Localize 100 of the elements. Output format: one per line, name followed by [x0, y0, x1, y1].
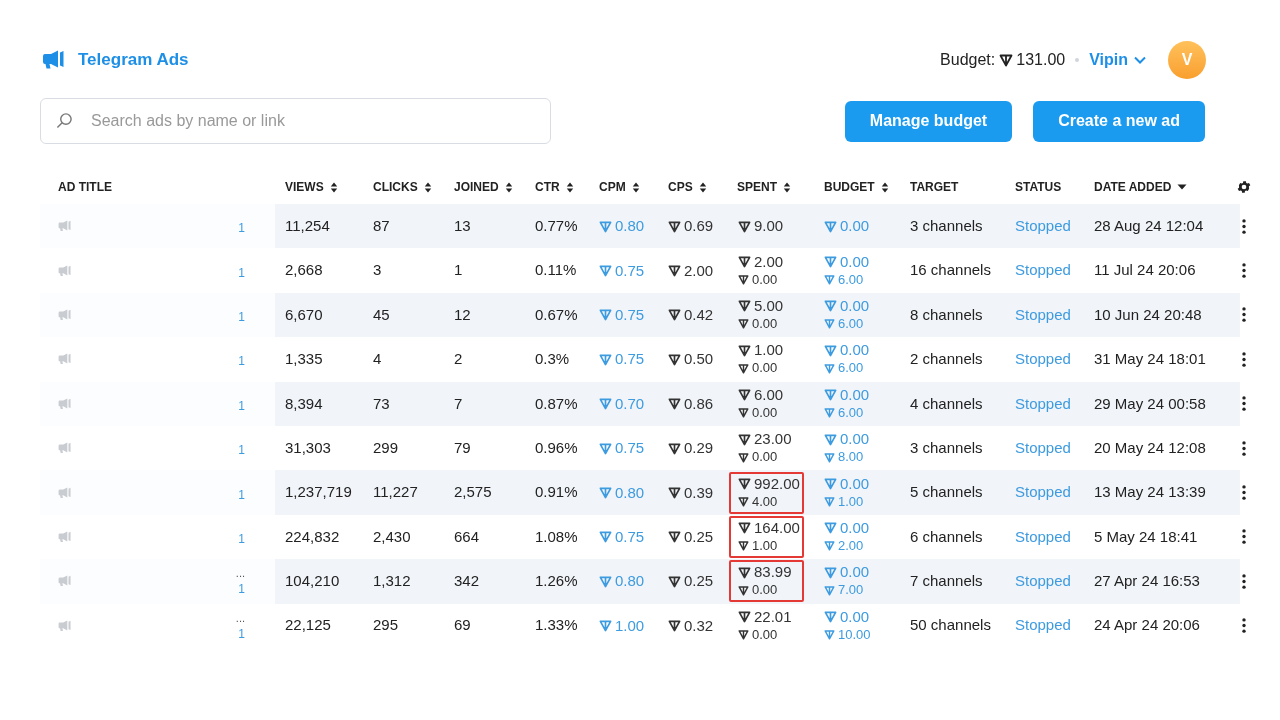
ton-icon — [599, 574, 612, 588]
ton-icon — [599, 441, 612, 455]
more-options-icon[interactable] — [1242, 485, 1246, 501]
action-button[interactable]: Manage budget — [844, 100, 1013, 142]
column-header[interactable]: BUDGET — [824, 178, 875, 196]
status-cell[interactable]: Stopped — [1005, 525, 1084, 549]
column-header[interactable]: CLICKS — [373, 178, 418, 196]
ton-icon — [668, 574, 681, 588]
status-cell[interactable]: Stopped — [1005, 214, 1084, 238]
link-fragment[interactable]: 1 — [238, 266, 245, 279]
date-cell-text: 20 May 24 12:08 — [1093, 437, 1207, 458]
joined-cell-text: 1 — [453, 260, 464, 281]
budget-label: Budget: — [940, 50, 996, 70]
chevron-down-icon — [1134, 56, 1146, 64]
status-cell[interactable]: Stopped — [1005, 259, 1084, 282]
ad-title-cell[interactable]: 1 — [40, 381, 275, 426]
column-header[interactable]: CPM — [599, 178, 626, 196]
status-cell[interactable]: Stopped — [1005, 392, 1084, 415]
joined-cell-text: 12 — [453, 304, 472, 325]
more-options-icon[interactable] — [1242, 351, 1246, 367]
views-cell-text: 6,670 — [284, 304, 324, 325]
more-options-icon[interactable] — [1242, 263, 1246, 279]
link-fragment[interactable]: 1 — [238, 444, 245, 457]
column-header[interactable]: CPS — [668, 178, 693, 196]
more-options-icon[interactable] — [1242, 396, 1246, 412]
views-cell-text: 11,254 — [284, 215, 331, 236]
more-options-icon[interactable] — [1242, 618, 1246, 634]
ctr-cell-text: 1.33% — [534, 615, 579, 636]
budget-amount: 0.00 — [824, 252, 900, 271]
link-fragment[interactable]: 1 — [238, 488, 245, 501]
spent-amount: 9.00 — [738, 217, 804, 236]
status-cell[interactable]: Stopped — [1005, 614, 1084, 637]
clicks-cell-text: 45 — [372, 304, 391, 325]
column-header[interactable]: STATUS — [1015, 178, 1062, 196]
link-fragment[interactable]: 1 — [238, 399, 245, 412]
more-options-icon[interactable] — [1242, 440, 1246, 456]
ad-title-cell[interactable]: 1 — [40, 292, 275, 338]
budget-amount: 2.00 — [824, 536, 900, 555]
ad-title-cell[interactable]: 1 — [40, 470, 275, 515]
link-fragment[interactable]: 1 — [238, 222, 245, 235]
link-fragment[interactable]: 1 — [238, 627, 245, 640]
target-cell-text: 50 channels — [909, 615, 992, 636]
avatar[interactable]: V — [1168, 41, 1206, 79]
ton-icon — [599, 486, 612, 500]
brand-title[interactable]: Telegram Ads — [78, 47, 189, 73]
status-cell[interactable]: Stopped — [1005, 348, 1084, 371]
column-header[interactable]: SPENT — [737, 178, 777, 196]
link-fragment[interactable]: 1 — [238, 310, 245, 323]
clicks-cell-text: 11,227 — [372, 482, 419, 503]
ad-title-cell[interactable]: 1 — [40, 204, 275, 249]
status-cell[interactable]: Stopped — [1005, 481, 1084, 504]
status-cell[interactable]: Stopped — [1005, 570, 1084, 593]
ton-icon — [738, 451, 749, 463]
column-header[interactable]: JOINED — [454, 178, 499, 196]
ton-icon — [599, 308, 612, 322]
account-menu[interactable]: Vipin — [1089, 48, 1146, 72]
ton-icon — [738, 407, 749, 419]
views-cell-text: 104,210 — [284, 571, 341, 592]
target-cell-text: 6 channels — [909, 526, 984, 547]
ton-icon — [824, 629, 835, 641]
link-fragment[interactable]: 1 — [238, 355, 245, 368]
ctr-cell-text: 0.77% — [534, 215, 579, 236]
column-header[interactable]: TARGET — [910, 178, 959, 196]
megaphone-icon — [58, 220, 72, 233]
link-fragment[interactable]: 1 — [238, 532, 245, 545]
cpm-cell: 0.70 — [599, 394, 658, 413]
date-cell-text: 27 Apr 24 16:53 — [1093, 571, 1201, 592]
more-options-icon[interactable] — [1242, 573, 1246, 589]
ton-icon — [668, 486, 681, 500]
search-field[interactable]: Search ads by name or link — [40, 98, 551, 144]
column-header[interactable]: CTR — [535, 178, 560, 196]
title-ellipsis: ... — [235, 611, 245, 624]
date-cell-text: 28 Aug 24 12:04 — [1093, 215, 1205, 236]
column-header[interactable]: AD TITLE — [58, 178, 112, 196]
column-header[interactable]: VIEWS — [285, 178, 324, 196]
action-button[interactable]: Create a new ad — [1033, 100, 1205, 142]
ton-icon — [738, 219, 751, 233]
ton-icon — [738, 255, 751, 269]
ton-icon — [668, 219, 681, 233]
date-cell-text: 10 Jun 24 20:48 — [1093, 304, 1203, 325]
joined-cell-text: 7 — [453, 393, 464, 414]
ton-icon — [824, 540, 835, 552]
status-cell[interactable]: Stopped — [1005, 303, 1084, 327]
budget-amount: 6.00 — [824, 359, 900, 378]
ton-icon — [824, 362, 835, 374]
more-options-icon[interactable] — [1242, 218, 1246, 234]
ton-icon — [999, 53, 1014, 67]
column-header[interactable]: DATE ADDED — [1094, 178, 1172, 196]
more-options-icon[interactable] — [1242, 529, 1246, 545]
ton-icon — [599, 352, 612, 366]
ton-icon — [668, 352, 681, 366]
ton-icon — [738, 629, 749, 641]
settings-icon[interactable] — [1236, 179, 1252, 195]
ton-icon — [824, 219, 837, 233]
target-cell-text: 5 channels — [909, 482, 984, 503]
status-cell[interactable]: Stopped — [1005, 436, 1084, 460]
ad-title-cell[interactable]: ... 1 — [40, 559, 275, 604]
more-options-icon[interactable] — [1242, 307, 1246, 323]
ton-icon — [668, 308, 681, 322]
link-fragment[interactable]: 1 — [238, 583, 245, 596]
